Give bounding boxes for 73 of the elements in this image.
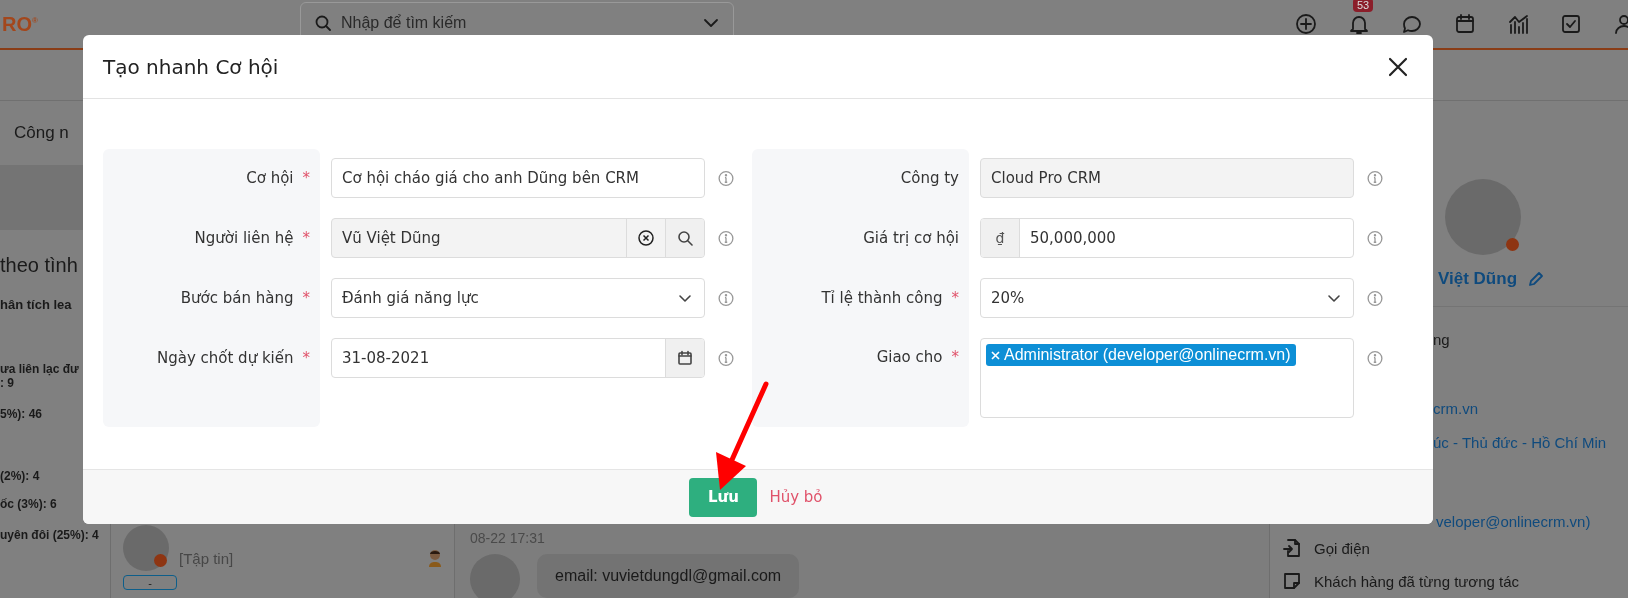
report-subtitle: hân tích lea	[0, 297, 73, 312]
field-label: Bước bán hàng	[180, 289, 294, 307]
chart-label: ưa liên lạc đư	[0, 362, 79, 376]
message-bubble: email: vuvietdungdl@gmail.com	[537, 554, 800, 598]
contact-detail: ng	[1433, 331, 1450, 348]
contact-link[interactable]: veloper@onlinecrm.vn)	[1436, 513, 1591, 530]
field-label: Công ty	[900, 169, 959, 187]
report-title: theo tình	[0, 254, 79, 277]
clear-icon	[638, 230, 654, 246]
info-icon	[1367, 169, 1383, 187]
search-button[interactable]	[665, 219, 704, 257]
info-icon	[718, 229, 734, 247]
date-field[interactable]: 31-08-2021	[331, 338, 705, 378]
contact-name: Việt Dũng	[1438, 269, 1518, 289]
calendar-icon[interactable]	[1453, 12, 1477, 36]
info-icon	[1367, 289, 1383, 307]
remove-icon[interactable]	[991, 350, 1000, 360]
save-button[interactable]: Lưu	[689, 477, 758, 517]
notification-badge: 53	[1353, 0, 1374, 12]
status-dot	[1506, 238, 1519, 251]
readonly-field: Cloud Pro CRM	[980, 158, 1354, 198]
dropdown-field[interactable]: 20%	[980, 278, 1354, 318]
person-icon	[426, 547, 444, 567]
calendar-icon	[677, 350, 693, 366]
required-asterisk: *	[951, 348, 959, 366]
field-label: Giao cho	[876, 348, 943, 366]
required-asterisk: *	[302, 229, 310, 247]
assignee-tag[interactable]: Administrator (developer@onlinecrm.vn)	[986, 344, 1296, 366]
info-icon	[718, 349, 734, 367]
calendar-button[interactable]	[665, 339, 704, 377]
chart-icon[interactable]	[1506, 12, 1530, 36]
required-asterisk: *	[951, 289, 959, 307]
info-icon	[1367, 350, 1383, 367]
checkbox-icon[interactable]	[1559, 12, 1583, 36]
lookup-field[interactable]: Vũ Việt Dũng	[331, 218, 705, 258]
search-icon	[315, 15, 331, 31]
cancel-link[interactable]: Hủy bỏ	[769, 488, 823, 506]
note-icon[interactable]	[1282, 571, 1302, 591]
file-arrow-icon[interactable]	[1282, 538, 1302, 558]
chart-label: 5%): 46	[0, 407, 43, 421]
contact-link[interactable]: crm.vn	[1433, 400, 1478, 417]
field-label: Tỉ lệ thành công	[821, 289, 943, 307]
required-asterisk: *	[302, 169, 310, 187]
plus-circle-icon[interactable]	[1294, 12, 1318, 36]
chart-label: : 9	[0, 376, 14, 390]
contact-link[interactable]: úc - Thủ đức - Hồ Chí Min	[1433, 434, 1607, 451]
info-icon	[1367, 229, 1383, 247]
tag-input-field[interactable]: Administrator (developer@onlinecrm.vn)	[980, 338, 1354, 418]
field-label: Giá trị cơ hội	[863, 229, 959, 247]
tab-label[interactable]: Công n	[14, 123, 69, 143]
currency-field[interactable]: ₫ 50,000,000	[980, 218, 1354, 258]
message-preview: [Tập tin]	[179, 550, 235, 569]
required-asterisk: *	[302, 349, 310, 367]
info-icon	[718, 289, 734, 307]
action-label[interactable]: Khách hàng đã từng tương tác	[1314, 572, 1520, 590]
currency-prefix: ₫	[981, 219, 1020, 257]
text-field[interactable]: Cơ hội cháo giá cho anh Dũng bên CRM	[331, 158, 705, 198]
action-label[interactable]: Gọi điện	[1314, 539, 1370, 557]
chart-label: (2%): 4	[0, 469, 40, 483]
chart-label: uyên đôi (25%): 4	[0, 528, 99, 542]
info-icon	[718, 169, 734, 187]
pencil-icon[interactable]	[1527, 270, 1546, 288]
modal-title: Tạo nhanh Cơ hội	[103, 54, 280, 79]
dropdown-field[interactable]: Đánh giá năng lực	[331, 278, 705, 318]
required-asterisk: *	[302, 289, 310, 307]
field-label: Cơ hội	[246, 169, 294, 187]
logo: RO$^{®}$	[1, 12, 39, 36]
search-icon	[677, 230, 693, 246]
tag-button[interactable]: -	[123, 575, 177, 590]
status-dot	[154, 554, 167, 567]
chart-label: ốc (3%): 6	[0, 497, 57, 511]
field-label: Người liên hệ	[194, 229, 294, 247]
field-label: Ngày chốt dự kiến	[156, 349, 294, 367]
